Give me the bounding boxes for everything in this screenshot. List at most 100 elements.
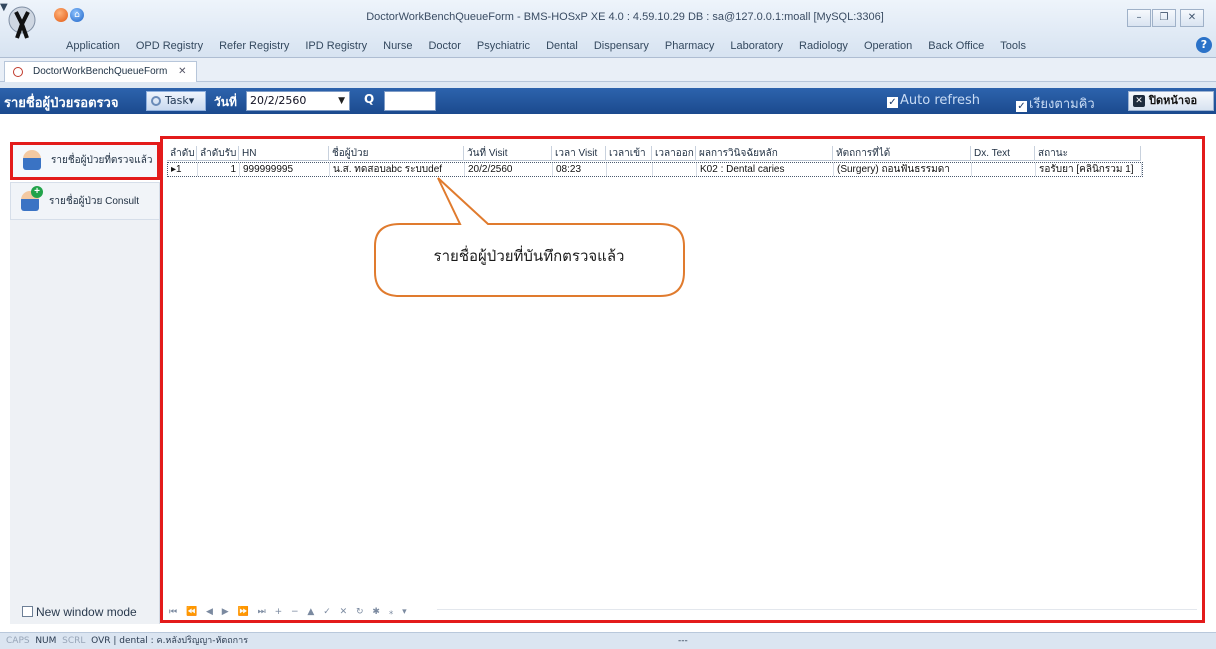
- ribbon-tab-opd-registry[interactable]: OPD Registry: [128, 38, 211, 56]
- cell-patient-name: น.ส. ทดสอบabc ระบบdef: [330, 163, 465, 176]
- date-label: วันที่: [214, 95, 237, 109]
- column-header[interactable]: ลำดับรับ: [197, 146, 239, 161]
- column-header[interactable]: เวลา Visit: [552, 146, 606, 161]
- ribbon-tab-back-office[interactable]: Back Office: [920, 38, 992, 56]
- cell-visit-time: 08:23: [553, 163, 607, 176]
- close-tab-icon[interactable]: ✕: [178, 66, 186, 77]
- document-tab-label: DoctorWorkBenchQueueForm: [33, 66, 168, 77]
- new-window-mode-label: New window mode: [36, 605, 137, 619]
- ribbon-tab-application[interactable]: Application: [58, 38, 128, 56]
- task-button-label: Task▾: [165, 94, 195, 107]
- document-tab-strip: DoctorWorkBenchQueueForm ✕: [0, 58, 1216, 82]
- home-quick-icon[interactable]: ⌂: [70, 8, 84, 22]
- ribbon-tab-refer-registry[interactable]: Refer Registry: [211, 38, 297, 56]
- close-page-button[interactable]: ✕ ปิดหน้าจอ: [1128, 91, 1214, 111]
- checkbox-checked-icon: ✓: [887, 97, 898, 108]
- ribbon-tab-tools[interactable]: Tools: [992, 38, 1034, 56]
- task-button[interactable]: Task▾: [146, 91, 206, 111]
- scrl-indicator: SCRL: [62, 636, 86, 646]
- queue-label: Q: [364, 92, 375, 106]
- table-row[interactable]: ▸1 1 999999995 น.ส. ทดสอบabc ระบบdef 20/…: [167, 162, 1143, 177]
- quick-access-dropdown[interactable]: ▼: [0, 2, 8, 13]
- column-header[interactable]: Dx. Text: [971, 146, 1035, 161]
- chevron-down-icon[interactable]: ▼: [338, 92, 345, 110]
- sidebar-item-label: รายชื่อผู้ป่วยที่ตรวจแล้ว: [51, 155, 153, 166]
- column-header[interactable]: เวลาเข้า: [606, 146, 652, 161]
- auto-refresh-label: Auto refresh: [900, 93, 981, 108]
- cell-receive-order: 1: [198, 163, 240, 176]
- sidebar-item-consult-patients[interactable]: + รายชื่อผู้ป่วย Consult: [10, 182, 160, 220]
- cell-status: รอรับยา [คลินิกรวม 1]: [1036, 163, 1142, 176]
- ribbon-tab-laboratory[interactable]: Laboratory: [722, 38, 791, 56]
- horizontal-scrollbar[interactable]: [437, 609, 1197, 619]
- auto-refresh-checkbox[interactable]: ✓ Auto refresh: [887, 93, 980, 108]
- new-window-mode-checkbox[interactable]: New window mode: [22, 605, 137, 619]
- cell-main-diagnosis: K02 : Dental caries: [697, 163, 834, 176]
- column-header[interactable]: ผลการวินิจฉัยหลัก: [696, 146, 833, 161]
- ribbon-tab-nurse[interactable]: Nurse: [375, 38, 420, 56]
- minimize-button[interactable]: –: [1127, 9, 1151, 27]
- cell-hn: 999999995: [240, 163, 330, 176]
- column-header[interactable]: HN: [239, 146, 329, 161]
- column-header[interactable]: เวลาออก: [652, 146, 696, 161]
- close-page-label: ปิดหน้าจอ: [1149, 94, 1198, 107]
- caps-indicator: CAPS: [6, 636, 30, 646]
- column-header[interactable]: ชื่อผู้ป่วย: [329, 146, 464, 161]
- content-area: รายชื่อผู้ป่วยที่ตรวจแล้ว + รายชื่อผู้ป่…: [0, 114, 1216, 632]
- help-icon[interactable]: ?: [1196, 37, 1212, 53]
- close-icon: ✕: [1133, 95, 1145, 107]
- sort-by-queue-checkbox[interactable]: ✓ เรียงตามคิว: [1016, 93, 1095, 114]
- column-header[interactable]: สถานะ: [1035, 146, 1141, 161]
- sidebar: รายชื่อผู้ป่วยที่ตรวจแล้ว + รายชื่อผู้ป่…: [10, 142, 160, 222]
- department-status: dental : ค.หลังปริญญา-หัตถการ: [119, 636, 249, 646]
- ribbon-tabs: Application OPD Registry Refer Registry …: [58, 38, 1034, 56]
- queue-input[interactable]: [384, 91, 436, 111]
- ribbon-tab-dispensary[interactable]: Dispensary: [586, 38, 657, 56]
- form-icon: [13, 67, 23, 77]
- ribbon-tab-pharmacy[interactable]: Pharmacy: [657, 38, 723, 56]
- queue-toolbar: รายชื่อผู้ป่วยรอตรวจ Task▾ วันที่ 20/2/2…: [0, 88, 1216, 114]
- cell-time-in: [607, 163, 653, 176]
- num-indicator: NUM: [35, 636, 57, 646]
- ribbon-tab-dental[interactable]: Dental: [538, 38, 586, 56]
- page-title: รายชื่อผู้ป่วยรอตรวจ: [4, 96, 119, 111]
- cell-order: ▸1: [168, 163, 198, 176]
- column-header[interactable]: วันที่ Visit: [464, 146, 552, 161]
- close-window-button[interactable]: ✕: [1180, 9, 1204, 27]
- document-tab[interactable]: DoctorWorkBenchQueueForm ✕: [4, 61, 198, 82]
- callout-text: รายชื่อผู้ป่วยที่บันทึกตรวจแล้ว: [433, 247, 625, 265]
- checkbox-checked-icon: ✓: [1016, 101, 1027, 112]
- date-picker[interactable]: 20/2/2560 ▼: [246, 91, 350, 111]
- column-header[interactable]: ลำดับ: [167, 146, 197, 161]
- ribbon-tab-doctor[interactable]: Doctor: [420, 38, 468, 56]
- ribbon-tab-ipd-registry[interactable]: IPD Registry: [297, 38, 375, 56]
- callout-bubble: [374, 177, 685, 297]
- cell-dx-text: [972, 163, 1036, 176]
- cell-visit-date: 20/2/2560: [465, 163, 553, 176]
- ovr-indicator: OVR: [91, 636, 111, 646]
- plus-icon: +: [31, 186, 43, 198]
- sidebar-panel: [10, 219, 160, 624]
- grid-header: ลำดับ ลำดับรับ HN ชื่อผู้ป่วย วันที่ Vis…: [167, 146, 1141, 161]
- cell-time-out: [653, 163, 697, 176]
- title-bar: ⌂ ▼ DoctorWorkBenchQueueForm - BMS-HOSxP…: [0, 0, 1216, 58]
- ribbon-tab-psychiatric[interactable]: Psychiatric: [469, 38, 538, 56]
- ribbon-tab-operation[interactable]: Operation: [856, 38, 920, 56]
- task-icon: [151, 96, 161, 106]
- doctor-icon: [23, 150, 41, 170]
- save-quick-icon[interactable]: [54, 8, 68, 22]
- sidebar-item-examined-patients[interactable]: รายชื่อผู้ป่วยที่ตรวจแล้ว: [10, 142, 160, 180]
- restore-button[interactable]: ❐: [1152, 9, 1176, 27]
- date-value: 20/2/2560: [250, 94, 307, 107]
- sort-by-queue-label: เรียงตามคิว: [1029, 97, 1095, 112]
- sidebar-item-label: รายชื่อผู้ป่วย Consult: [49, 196, 140, 207]
- app-logo-icon[interactable]: [8, 4, 36, 54]
- grid-navigator[interactable]: ⏮ ⏪ ◀ ▶ ⏩ ⏭ + − ▲ ✓ ✕ ↻ ✱ ⁎ ▾: [169, 607, 410, 617]
- status-bar: CAPS NUM SCRL OVR | dental : ค.หลังปริญญ…: [0, 632, 1216, 649]
- ribbon-tab-radiology[interactable]: Radiology: [791, 38, 856, 56]
- checkbox-unchecked-icon: [22, 606, 33, 617]
- column-header[interactable]: หัตถการที่ได้: [833, 146, 971, 161]
- status-divider: |: [113, 636, 117, 646]
- cell-procedure: (Surgery) ถอนฟันธรรมดา: [834, 163, 972, 176]
- window-title: DoctorWorkBenchQueueForm - BMS-HOSxP XE …: [366, 11, 884, 23]
